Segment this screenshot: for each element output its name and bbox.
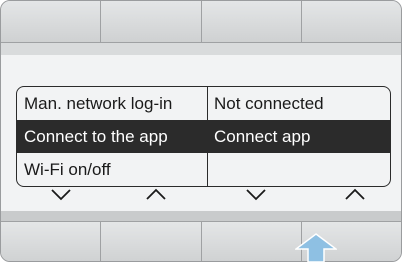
- chevron-up-icon[interactable]: [144, 183, 168, 207]
- menu-setting-value: [207, 153, 390, 186]
- settings-menu: Man. network log-in Not connected Connec…: [16, 86, 391, 187]
- arrow-up-icon: [295, 233, 337, 262]
- chevron-down-icon[interactable]: [49, 183, 73, 207]
- column-divider: [207, 87, 208, 186]
- bottom-softkeys: [1, 221, 401, 261]
- device-panel: Man. network log-in Not connected Connec…: [0, 0, 402, 262]
- top-softkey-1[interactable]: [1, 1, 102, 43]
- top-softkey-3[interactable]: [201, 1, 302, 43]
- top-softkey-4[interactable]: [301, 1, 401, 43]
- top-softkeys: [1, 1, 401, 43]
- menu-setting-value: Not connected: [214, 94, 324, 113]
- menu-row-wifi[interactable]: Wi-Fi on/off: [17, 153, 390, 186]
- bezel-strip: [1, 211, 401, 221]
- top-softkey-2[interactable]: [101, 1, 202, 43]
- menu-setting-value: Connect app: [214, 127, 311, 146]
- chevron-up-icon[interactable]: [343, 183, 367, 207]
- menu-row-network-login[interactable]: Man. network log-in Not connected: [17, 87, 390, 120]
- menu-setting-label: Man. network log-in: [24, 94, 173, 113]
- bottom-softkey-1[interactable]: [1, 221, 102, 261]
- menu-row-connect-app[interactable]: Connect to the app Connect app: [17, 120, 390, 153]
- bottom-softkey-3[interactable]: [201, 221, 302, 261]
- bottom-softkey-2[interactable]: [101, 221, 202, 261]
- menu-setting-label: Connect to the app: [24, 127, 168, 146]
- menu-setting-label: Wi-Fi on/off: [24, 160, 111, 179]
- chevron-down-icon[interactable]: [244, 183, 268, 207]
